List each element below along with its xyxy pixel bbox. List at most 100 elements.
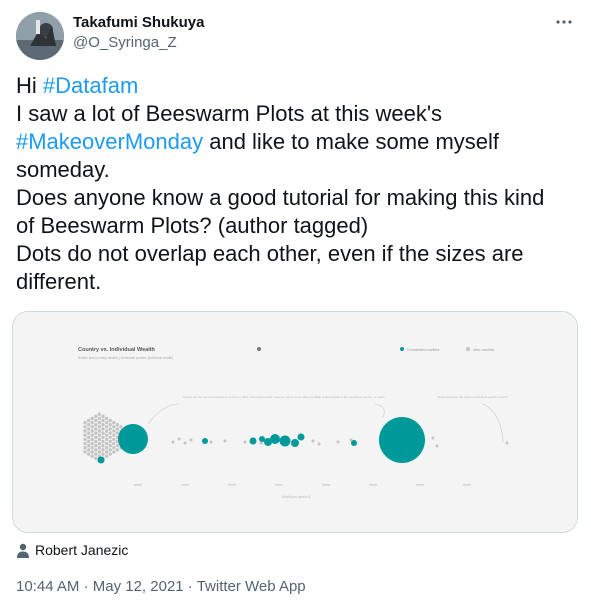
annotation-1: Shown are the second wealthiest country … — [183, 395, 321, 399]
tweet-line-7: Dots do not overlap each other, even if … — [16, 241, 524, 266]
swarm-dot — [171, 440, 175, 444]
legend-grey-dot — [466, 347, 470, 351]
swarm-dot — [101, 423, 105, 427]
swarm-dot — [104, 454, 109, 458]
swarm-dot — [83, 433, 87, 437]
tweet-line-4: someday. — [16, 157, 110, 182]
swarm-dot — [94, 431, 98, 435]
swarm-dot — [86, 418, 91, 423]
swarm-dot — [112, 450, 116, 454]
swarm-dot — [86, 423, 91, 427]
swarm-dot — [86, 431, 91, 435]
tweet-line-3: #MakeoverMonday and like to make some my… — [16, 128, 576, 156]
swarm-bubble — [202, 438, 208, 444]
swarm-dot — [97, 433, 102, 437]
swarm-dot — [94, 452, 98, 456]
info-icon — [257, 347, 261, 351]
swarm-dot — [101, 418, 105, 423]
swarm-dot — [90, 425, 94, 429]
tweet-date[interactable]: May 12, 2021 — [93, 578, 184, 595]
more-horizontal-icon[interactable] — [554, 12, 574, 32]
meta-separator-1: · — [79, 578, 93, 595]
swarm-dot — [115, 427, 120, 431]
swarm-dot — [112, 429, 116, 433]
author-display-name[interactable]: Takafumi Shukuya — [73, 14, 204, 31]
swarm-dot — [336, 440, 340, 444]
swarm-dot — [104, 416, 109, 421]
x-axis-tick — [416, 484, 424, 486]
meta-separator-2: · — [183, 578, 197, 595]
tweet-time[interactable]: 10:44 AM — [16, 578, 79, 595]
swarm-dot — [311, 439, 315, 443]
swarm-dot — [83, 450, 87, 454]
swarm-dot — [104, 450, 109, 454]
swarm-dot — [104, 433, 109, 437]
swarm-dot — [115, 448, 120, 452]
swarm-dot — [90, 429, 94, 433]
swarm-dot — [90, 441, 94, 446]
swarm-dot — [90, 437, 94, 442]
hashtag-link-datafam[interactable]: #Datafam — [43, 73, 138, 98]
swarm-dot — [101, 444, 105, 448]
swarm-bubble — [291, 439, 299, 447]
swarm-dot — [94, 427, 98, 431]
swarm-dot — [108, 444, 112, 448]
swarm-dot — [431, 436, 435, 440]
swarm-dot — [97, 416, 102, 421]
tweet-source[interactable]: Twitter Web App — [197, 578, 306, 595]
x-axis-tick — [275, 484, 283, 486]
tagged-user-name[interactable]: Robert Janezic — [35, 542, 128, 558]
x-axis-tick — [463, 484, 471, 486]
swarm-dot — [104, 429, 109, 433]
swarm-bubble — [249, 437, 257, 445]
swarm-dot — [86, 448, 91, 452]
annotation-2: The United States is the wealthiest coun… — [316, 395, 385, 399]
swarm-dot — [94, 439, 98, 444]
swarm-dot — [83, 420, 87, 425]
swarm-dot — [189, 438, 193, 442]
swarm-dot — [83, 425, 87, 429]
swarm-dot — [83, 437, 87, 442]
swarm-dot — [97, 450, 102, 454]
tweet-line-2: I saw a lot of Beeswarm Plots at this we… — [16, 101, 443, 126]
swarm-dot — [94, 418, 98, 423]
swarm-dot — [104, 437, 109, 442]
swarm-dot — [209, 440, 213, 444]
legend-teal-label: 10 wealthiest countries — [407, 348, 440, 352]
swarm-dot — [86, 427, 91, 431]
swarm-dot — [90, 454, 94, 458]
swarm-dot — [90, 446, 94, 450]
author-avatar[interactable] — [16, 12, 64, 60]
beeswarm-image: Country vs. Individual Wealth Bubble siz… — [13, 312, 577, 532]
author-handle[interactable]: @O_Syringa_Z — [73, 34, 177, 51]
swarm-dot — [90, 450, 94, 454]
tweet-metadata: 10:44 AM · May 12, 2021 · Twitter Web Ap… — [16, 578, 306, 595]
legend-grey-label: other countries — [473, 348, 494, 352]
swarm-dot — [115, 444, 120, 448]
swarm-dot — [243, 440, 247, 444]
swarm-dot — [86, 444, 91, 448]
swarm-bubble — [279, 435, 291, 447]
swarm-dot — [108, 431, 112, 435]
swarm-bubble — [351, 440, 357, 446]
swarm-dot — [94, 435, 98, 439]
swarm-bubble — [118, 424, 148, 454]
swarm-dot — [101, 435, 105, 439]
swarm-dot — [115, 431, 120, 435]
tweet-header: Takafumi Shukuya @O_Syringa_Z — [16, 10, 576, 60]
swarm-dot — [90, 420, 94, 425]
greeting-text: Hi — [16, 73, 43, 98]
swarm-dot — [90, 416, 94, 421]
swarm-dot — [83, 446, 87, 450]
swarm-bubble — [379, 417, 425, 463]
swarm-dot — [97, 420, 102, 425]
swarm-dot — [86, 452, 91, 456]
attached-image[interactable]: Country vs. Individual Wealth Bubble siz… — [12, 311, 578, 533]
hashtag-link-makeovermonday[interactable]: #MakeoverMonday — [16, 129, 203, 154]
swarm-dot — [94, 444, 98, 448]
annotation-3: Switzerland has the highest individual w… — [437, 395, 508, 399]
swarm-dot — [83, 441, 87, 446]
swarm-dot — [94, 448, 98, 452]
swarm-bubble — [97, 456, 105, 464]
x-axis-tick — [181, 484, 189, 486]
